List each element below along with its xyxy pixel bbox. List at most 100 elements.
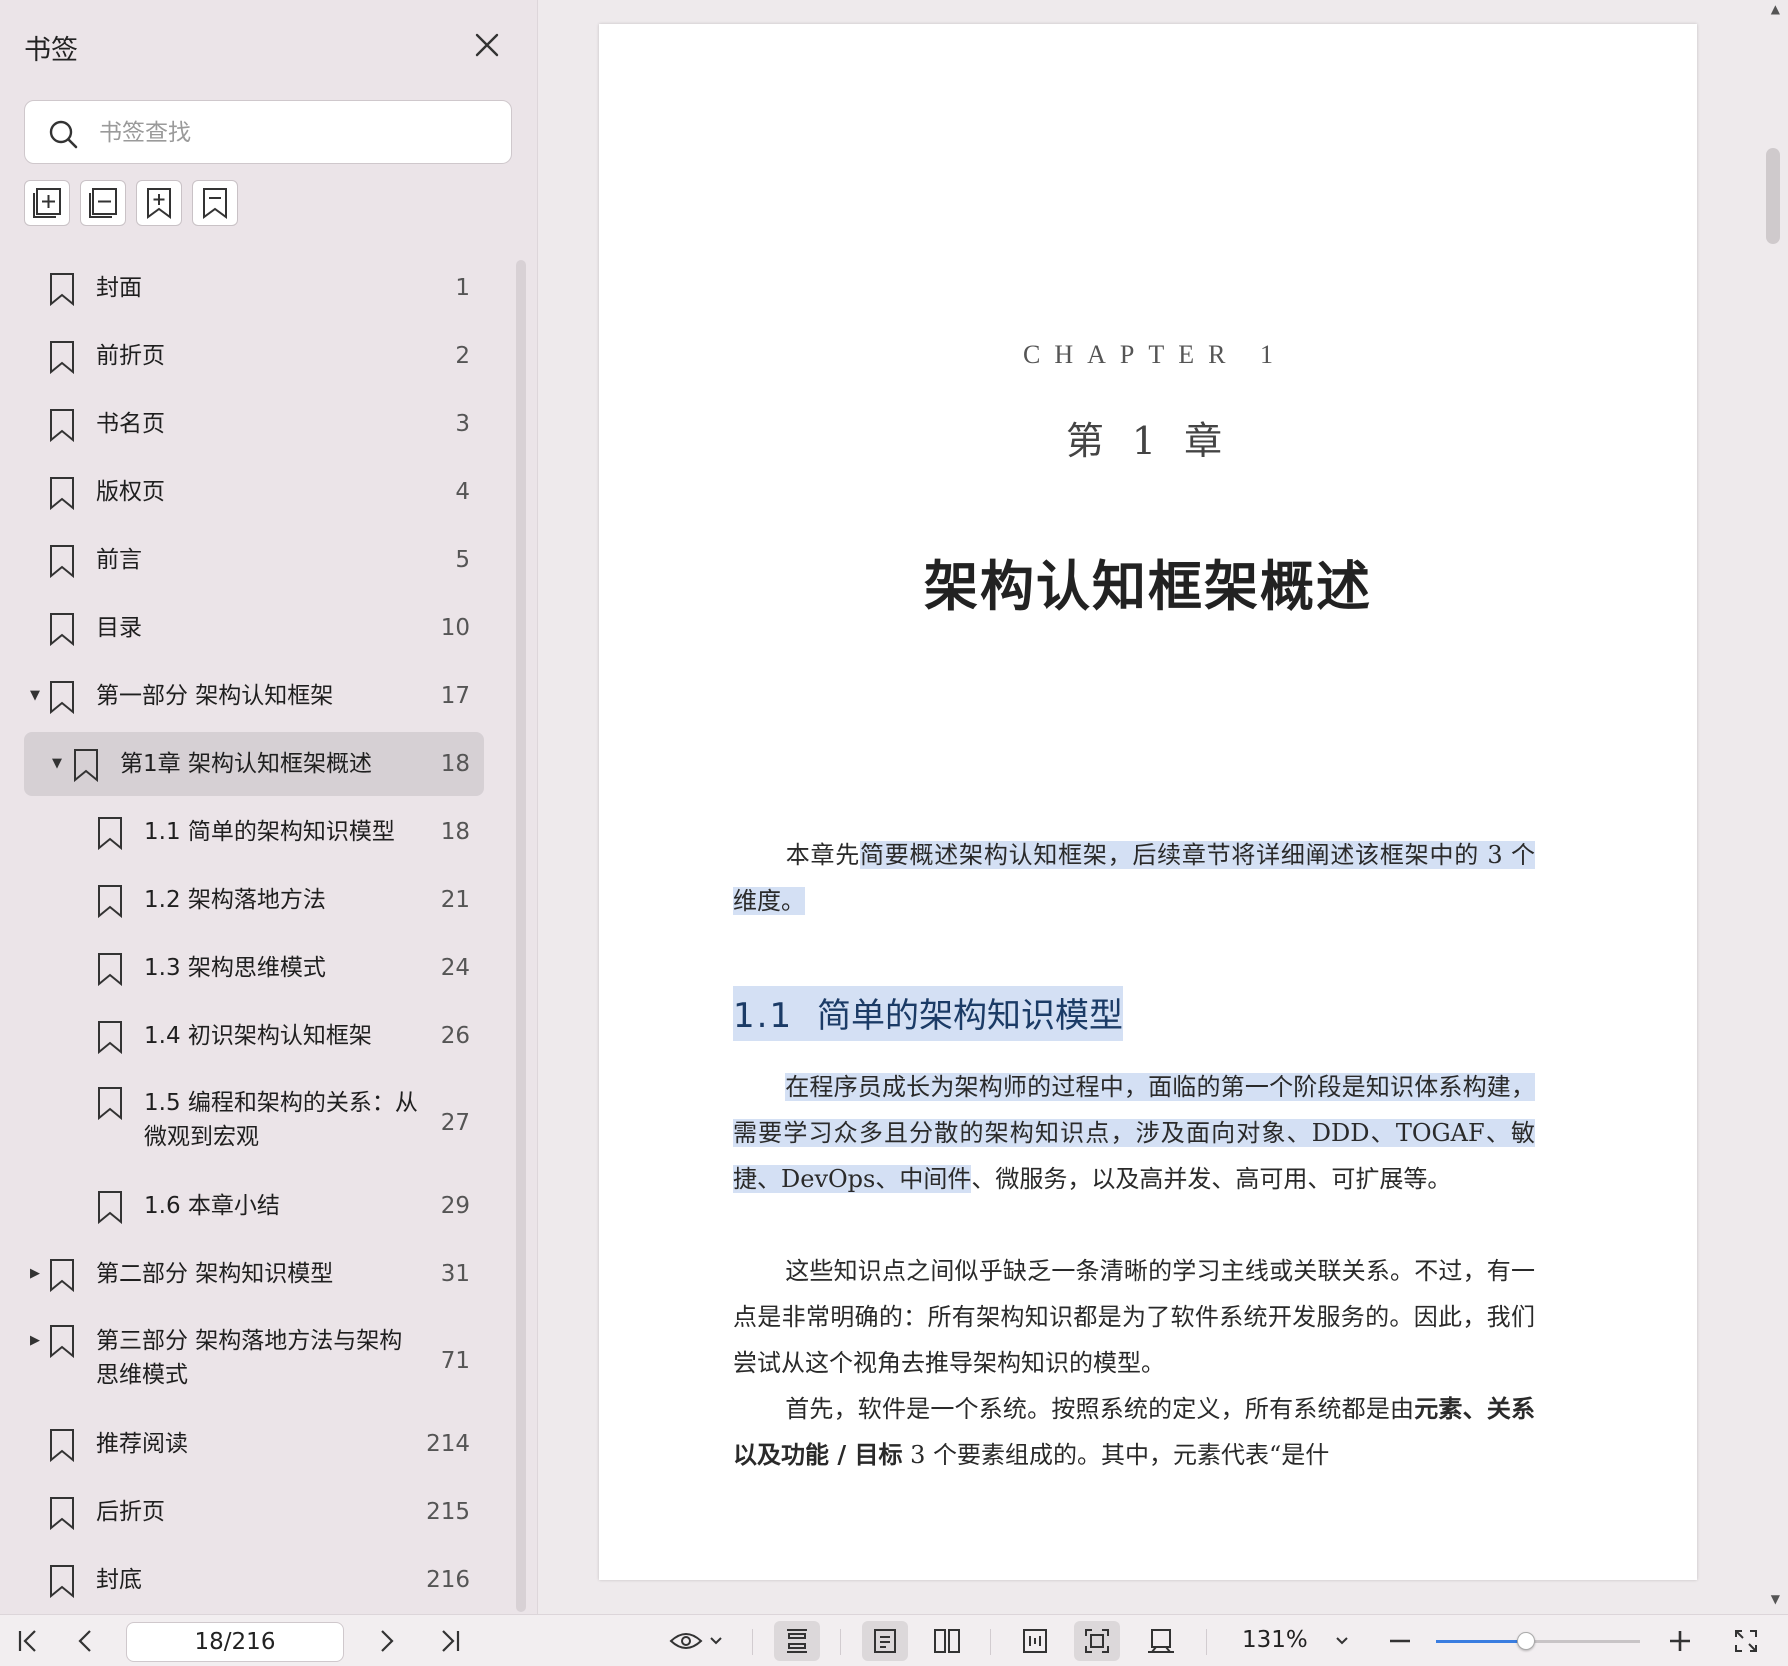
bookmark-search bbox=[24, 100, 512, 164]
document-scrollbar[interactable] bbox=[1766, 148, 1780, 244]
bookmark-label: 1.3 架构思维模式 bbox=[144, 955, 326, 981]
sidebar-scrollbar[interactable] bbox=[516, 260, 526, 1612]
bookmark-item-part-2[interactable]: ▶ 第二部分 架构知识模型 31 bbox=[24, 1242, 484, 1306]
close-icon[interactable] bbox=[468, 26, 506, 64]
bookmark-page: 18 bbox=[440, 751, 470, 777]
bookmark-label: 1.2 架构落地方法 bbox=[144, 887, 326, 913]
paragraph-text: 首先，软件是一个系统。按照系统的定义，所有系统都是由 bbox=[785, 1395, 1415, 1423]
section-heading: 1.1 简单的架构知识模型 bbox=[733, 986, 1123, 1041]
bookmark-label: 1.6 本章小结 bbox=[144, 1193, 280, 1219]
bookmark-icon bbox=[48, 476, 76, 511]
bookmark-label: 1.1 简单的架构知识模型 bbox=[144, 819, 395, 845]
intro-text: 本章先 bbox=[785, 841, 861, 869]
bookmark-icon bbox=[48, 1258, 76, 1293]
bookmark-page: 2 bbox=[455, 343, 470, 369]
bottom-toolbar: 131% bbox=[0, 1614, 1788, 1666]
zoom-slider-fill bbox=[1436, 1640, 1526, 1643]
bookmark-label: 第三部分 架构落地方法与架构 bbox=[96, 1328, 403, 1354]
add-bookmark-icon[interactable] bbox=[136, 180, 182, 226]
two-page-icon[interactable] bbox=[924, 1621, 970, 1661]
previous-page-icon[interactable] bbox=[66, 1621, 106, 1661]
bookmark-icon bbox=[48, 680, 76, 715]
bookmark-label: 前言 bbox=[96, 547, 142, 573]
bookmark-page: 17 bbox=[440, 683, 470, 709]
bookmark-page: 1 bbox=[455, 275, 470, 301]
bookmark-item[interactable]: 后折页 215 bbox=[24, 1480, 484, 1544]
bookmark-icon bbox=[48, 272, 76, 307]
bookmark-icon bbox=[48, 1564, 76, 1599]
bookmark-page: 24 bbox=[440, 955, 470, 981]
bookmark-item[interactable]: 前言 5 bbox=[24, 528, 484, 592]
zoom-dropdown-icon[interactable] bbox=[1322, 1621, 1362, 1661]
bookmark-item[interactable]: 封面 1 bbox=[24, 256, 484, 320]
bookmark-item[interactable]: 目录 10 bbox=[24, 596, 484, 660]
bookmark-label-line2: 微观到宏观 bbox=[144, 1124, 259, 1150]
scroll-up-arrow[interactable]: ▲ bbox=[1771, 2, 1780, 16]
scroll-down-arrow[interactable]: ▼ bbox=[1771, 1592, 1780, 1606]
bookmark-page: 31 bbox=[440, 1261, 470, 1287]
bookmark-label: 第1章 架构认知框架概述 bbox=[120, 751, 372, 777]
bookmark-item[interactable]: 1.5 编程和架构的关系：从 微观到宏观 27 bbox=[24, 1072, 484, 1174]
paragraph-text: 3 个要素组成的。其中，元素代表“是什 bbox=[902, 1441, 1330, 1469]
bookmark-item[interactable]: 1.2 架构落地方法 21 bbox=[24, 868, 484, 932]
expand-all-icon[interactable] bbox=[24, 180, 70, 226]
bookmark-item-part-1[interactable]: ▼ 第一部分 架构认知框架 17 bbox=[24, 664, 484, 728]
document-viewport: CHAPTER 1 第 1 章 架构认知框架概述 本章先简要概述架构认知框架，后… bbox=[539, 0, 1788, 1614]
zoom-slider[interactable] bbox=[1436, 1632, 1640, 1650]
intro-paragraph: 本章先简要概述架构认知框架，后续章节将详细阐述该框架中的 3 个维度。 bbox=[733, 832, 1535, 924]
fullscreen-icon[interactable] bbox=[1726, 1621, 1766, 1661]
zoom-in-icon[interactable] bbox=[1660, 1621, 1700, 1661]
bookmark-label: 前折页 bbox=[96, 343, 165, 369]
single-page-icon[interactable] bbox=[862, 1621, 908, 1661]
chapter-label-cn: 第 1 章 bbox=[1065, 419, 1231, 463]
page-number-input[interactable] bbox=[126, 1622, 344, 1662]
bookmark-icon bbox=[96, 1086, 124, 1121]
caret-right-icon[interactable]: ▶ bbox=[30, 1334, 44, 1348]
caret-down-icon[interactable]: ▼ bbox=[30, 689, 44, 703]
bookmark-item-chapter-1[interactable]: ▼ 第1章 架构认知框架概述 18 bbox=[24, 732, 484, 796]
bookmark-label: 第二部分 架构知识模型 bbox=[96, 1261, 334, 1287]
bookmark-icon[interactable] bbox=[192, 180, 238, 226]
bookmark-icon bbox=[48, 612, 76, 647]
bookmark-item[interactable]: 1.4 初识架构认知框架 26 bbox=[24, 1004, 484, 1068]
bookmark-label-line2: 思维模式 bbox=[96, 1362, 188, 1388]
bookmark-icon bbox=[96, 1020, 124, 1055]
bookmark-item[interactable]: 前折页 2 bbox=[24, 324, 484, 388]
bookmark-page: 26 bbox=[440, 1023, 470, 1049]
bookmark-item[interactable]: 封底 216 bbox=[24, 1548, 484, 1612]
bookmark-item[interactable]: 版权页 4 bbox=[24, 460, 484, 524]
body-paragraph-3: 首先，软件是一个系统。按照系统的定义，所有系统都是由元素、关系以及功能 / 目标… bbox=[733, 1386, 1535, 1478]
next-page-icon[interactable] bbox=[366, 1621, 406, 1661]
continuous-scroll-icon[interactable] bbox=[774, 1621, 820, 1661]
collapse-all-icon[interactable] bbox=[80, 180, 126, 226]
bookmark-item[interactable]: 1.6 本章小结 29 bbox=[24, 1174, 484, 1238]
read-mode-icon[interactable] bbox=[664, 1621, 728, 1661]
caret-right-icon[interactable]: ▶ bbox=[30, 1267, 44, 1281]
fit-page-icon[interactable] bbox=[1074, 1621, 1120, 1661]
bookmark-icon bbox=[48, 340, 76, 375]
last-page-icon[interactable] bbox=[430, 1621, 470, 1661]
bookmark-page: 3 bbox=[455, 411, 470, 437]
bookmark-page: 4 bbox=[455, 479, 470, 505]
bookmark-icon bbox=[96, 884, 124, 919]
first-page-icon[interactable] bbox=[8, 1621, 48, 1661]
page-transition-icon[interactable] bbox=[1138, 1621, 1184, 1661]
bookmark-icon bbox=[48, 1428, 76, 1463]
bookmark-icon bbox=[48, 408, 76, 443]
zoom-slider-handle[interactable] bbox=[1516, 1632, 1535, 1650]
bookmark-item[interactable]: 推荐阅读 214 bbox=[24, 1412, 484, 1476]
panel-title: 书签 bbox=[24, 35, 78, 66]
fit-width-icon[interactable] bbox=[1012, 1621, 1058, 1661]
zoom-out-icon[interactable] bbox=[1380, 1621, 1420, 1661]
bookmark-icon bbox=[48, 544, 76, 579]
bookmark-item-part-3[interactable]: ▶ 第三部分 架构落地方法与架构 思维模式 71 bbox=[24, 1310, 484, 1412]
bookmark-icon bbox=[96, 816, 124, 851]
bookmark-page: 18 bbox=[440, 819, 470, 845]
caret-down-icon[interactable]: ▼ bbox=[52, 757, 66, 771]
paragraph-text: 、微服务，以及高并发、高可用、可扩展等。 bbox=[971, 1165, 1452, 1193]
bookmark-label: 后折页 bbox=[96, 1499, 165, 1525]
bookmark-item[interactable]: 书名页 3 bbox=[24, 392, 484, 456]
bookmark-item[interactable]: 1.3 架构思维模式 24 bbox=[24, 936, 484, 1000]
bookmark-item[interactable]: 1.1 简单的架构知识模型 18 bbox=[24, 800, 484, 864]
search-input[interactable] bbox=[99, 113, 499, 153]
